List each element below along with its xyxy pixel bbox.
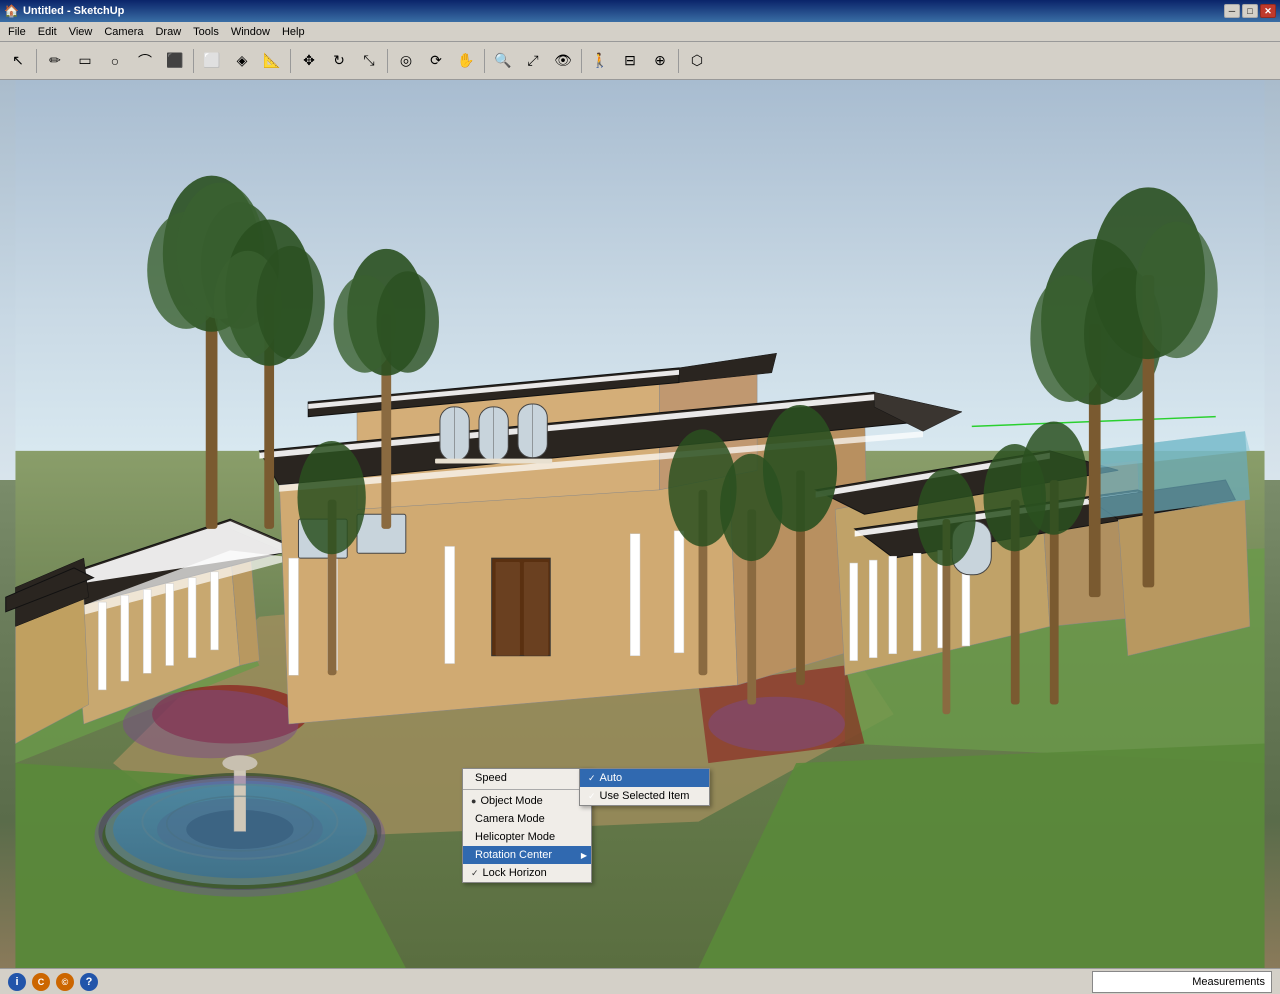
toolbar-btn-scale[interactable]: ⤡	[355, 47, 383, 75]
ctx-object-mode[interactable]: ● Object Mode	[463, 792, 591, 810]
submenu-auto-label: Auto	[600, 772, 623, 784]
menu-item-file[interactable]: File	[2, 24, 32, 40]
toolbar-btn-move[interactable]: ✥	[295, 47, 323, 75]
ctx-speed-label: Speed	[475, 772, 507, 784]
ctx-sep-1	[463, 789, 591, 790]
titlebar-left: 🏠 Untitled - SketchUp	[4, 4, 124, 18]
toolbar-sep-12	[387, 49, 388, 73]
menu-item-window[interactable]: Window	[225, 24, 276, 40]
ctx-lock-horizon[interactable]: ✓ Lock Horizon	[463, 864, 591, 882]
toolbar: ↖ ✏▭○⌒⬛ ⬜◈📐 ✥↻⤡ ◎⟳✋ 🔍⤢👁 🚶⊟⊕ ⬡	[0, 42, 1280, 80]
toolbar-btn-pencil[interactable]: ✏	[41, 47, 69, 75]
toolbar-btn-offset[interactable]: ◎	[392, 47, 420, 75]
toolbar-btn-component[interactable]: ⬡	[683, 47, 711, 75]
info-icon-c[interactable]: C	[32, 973, 50, 991]
minimize-button[interactable]: ─	[1224, 4, 1240, 18]
submenu-use-selected[interactable]: ✓ Use Selected Item	[580, 787, 709, 805]
ctx-lock-horizon-check: ✓	[471, 868, 479, 879]
ctx-helicopter-mode[interactable]: Helicopter Mode	[463, 828, 591, 846]
toolbar-sep-1	[36, 49, 37, 73]
menu-item-help[interactable]: Help	[276, 24, 311, 40]
close-button[interactable]: ✕	[1260, 4, 1276, 18]
toolbar-btn-paint[interactable]: ◈	[228, 47, 256, 75]
toolbar-btn-walk[interactable]: 🚶	[586, 47, 614, 75]
context-menu: Speed ▶ ● Object Mode Camera Mode Helico…	[462, 768, 592, 883]
ctx-helicopter-mode-label: Helicopter Mode	[475, 831, 555, 843]
toolbar-btn-eraser[interactable]: ⬜	[198, 47, 226, 75]
toolbar-sep-15	[484, 49, 485, 73]
submenu-auto-check: ✓	[588, 773, 596, 784]
toolbar-btn-axes[interactable]: ⊕	[646, 47, 674, 75]
menu-item-edit[interactable]: Edit	[32, 24, 63, 40]
statusbar: i C © ? Measurements	[0, 968, 1280, 994]
ctx-speed[interactable]: Speed ▶	[463, 769, 591, 787]
titlebar-controls: ─ □ ✕	[1224, 4, 1276, 18]
canvas-area[interactable]: Speed ▶ ● Object Mode Camera Mode Helico…	[0, 80, 1280, 968]
ctx-camera-mode-label: Camera Mode	[475, 813, 545, 825]
toolbar-btn-rotate[interactable]: ↻	[325, 47, 353, 75]
toolbar-sep-18	[581, 49, 582, 73]
toolbar-sep-9	[290, 49, 291, 73]
measurements-box[interactable]: Measurements	[1092, 971, 1272, 993]
submenu-auto[interactable]: ✓ Auto	[580, 769, 709, 787]
info-icon-q[interactable]: ?	[80, 973, 98, 991]
titlebar-title: Untitled - SketchUp	[23, 5, 124, 17]
toolbar-btn-look-around[interactable]: 👁	[549, 47, 577, 75]
info-icon-i[interactable]: i	[8, 973, 26, 991]
toolbar-btn-rectangle[interactable]: ▭	[71, 47, 99, 75]
toolbar-btn-pan[interactable]: ✋	[452, 47, 480, 75]
titlebar: 🏠 Untitled - SketchUp ─ □ ✕	[0, 0, 1280, 22]
toolbar-btn-select[interactable]: ↖	[4, 47, 32, 75]
measurements-label: Measurements	[1192, 976, 1265, 988]
toolbar-sep-6	[193, 49, 194, 73]
submenu-use-selected-check: ✓	[588, 791, 596, 802]
toolbar-btn-zoom[interactable]: 🔍	[489, 47, 517, 75]
ctx-object-mode-dot: ●	[471, 796, 476, 806]
toolbar-btn-orbit[interactable]: ⟳	[422, 47, 450, 75]
menu-item-draw[interactable]: Draw	[149, 24, 187, 40]
toolbar-btn-section[interactable]: ⊟	[616, 47, 644, 75]
info-icon-cc[interactable]: ©	[56, 973, 74, 991]
app-icon: 🏠	[4, 4, 19, 18]
submenu-use-selected-label: Use Selected Item	[600, 790, 690, 802]
menu-item-camera[interactable]: Camera	[98, 24, 149, 40]
ctx-object-mode-label: Object Mode	[480, 795, 542, 807]
maximize-button[interactable]: □	[1242, 4, 1258, 18]
3d-scene	[0, 80, 1280, 968]
ctx-camera-mode[interactable]: Camera Mode	[463, 810, 591, 828]
submenu-rotation-center: ✓ Auto ✓ Use Selected Item	[579, 768, 710, 806]
ctx-rotation-center-label: Rotation Center	[475, 849, 552, 861]
ctx-rotation-center[interactable]: Rotation Center	[463, 846, 591, 864]
toolbar-sep-21	[678, 49, 679, 73]
toolbar-btn-circle[interactable]: ○	[101, 47, 129, 75]
menu-item-view[interactable]: View	[63, 24, 99, 40]
toolbar-btn-push-pull[interactable]: ⬛	[161, 47, 189, 75]
toolbar-btn-measure[interactable]: 📐	[258, 47, 286, 75]
toolbar-btn-arc[interactable]: ⌒	[131, 47, 159, 75]
statusbar-left: i C © ?	[8, 973, 98, 991]
ctx-lock-horizon-label: Lock Horizon	[483, 867, 547, 879]
menubar: FileEditViewCameraDrawToolsWindowHelp	[0, 22, 1280, 42]
toolbar-btn-zoom-fit[interactable]: ⤢	[519, 47, 547, 75]
menu-item-tools[interactable]: Tools	[187, 24, 225, 40]
